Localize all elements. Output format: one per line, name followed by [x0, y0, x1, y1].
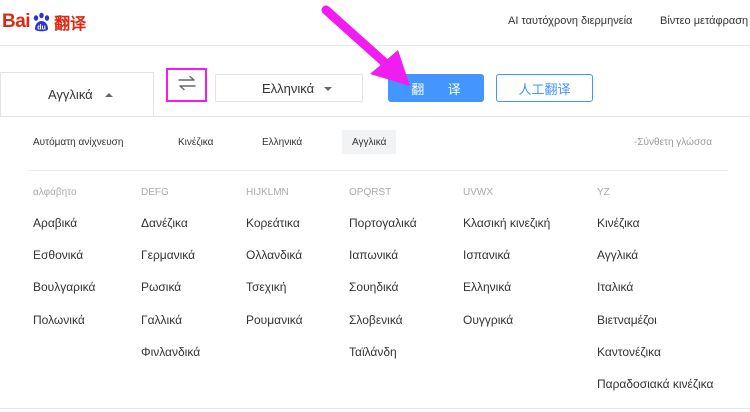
- language-option[interactable]: Ουγγρικά: [463, 313, 513, 327]
- caret-up-icon: [105, 93, 113, 97]
- translate-page: Bai du 翻译 AI ταυτόχρονη διερμηνεία Βίντε…: [0, 0, 750, 412]
- language-option[interactable]: Πολωνικά: [33, 313, 85, 327]
- language-option[interactable]: Εσθονικά: [33, 248, 83, 262]
- language-dropdown-panel: Αυτόματη ανίχνευση Κινέζικα Ελληνικά Αγγ…: [0, 116, 750, 412]
- quick-lang-english-selected[interactable]: Αγγλικά: [342, 130, 397, 154]
- language-option[interactable]: Βουλγαρικά: [33, 280, 95, 294]
- language-option[interactable]: Φινλανδικά: [141, 345, 200, 359]
- target-language-label: Ελληνικά: [262, 81, 315, 96]
- logo-text-fanyi: 翻译: [54, 14, 87, 33]
- language-option[interactable]: Αραβικά: [33, 216, 77, 230]
- top-header: Bai du 翻译 AI ταυτόχρονη διερμηνεία Βίντε…: [0, 0, 750, 46]
- target-language-select[interactable]: Ελληνικά: [215, 74, 363, 102]
- column-header: αλφάβητο: [33, 187, 77, 198]
- language-option[interactable]: Ταϊλάνδη: [349, 345, 397, 359]
- language-option[interactable]: Σλοβενικά: [349, 313, 403, 327]
- svg-text:du: du: [37, 24, 46, 31]
- video-translation-link[interactable]: Βίντεο μετάφραση: [660, 15, 748, 27]
- source-language-label: Αγγλικά: [48, 87, 93, 102]
- language-option[interactable]: Παραδοσιακά κινέζικα: [597, 377, 713, 391]
- language-option[interactable]: Ελληνικά: [463, 280, 511, 294]
- column-header: HIJKLMN: [246, 187, 289, 198]
- translate-button[interactable]: 翻 译: [388, 74, 484, 102]
- language-option[interactable]: Σουηδικά: [349, 280, 398, 294]
- language-option[interactable]: Βιετναμέζοι: [597, 313, 657, 327]
- baidu-logo[interactable]: Bai du 翻译: [2, 8, 86, 36]
- divider: [28, 170, 728, 171]
- language-option[interactable]: Πορτογαλικά: [349, 216, 417, 230]
- language-option[interactable]: Αγγλικά: [597, 248, 638, 262]
- language-option[interactable]: Καντονέζικα: [597, 345, 661, 359]
- human-translation-button[interactable]: 人工翻译: [496, 74, 593, 102]
- column-header: OPQRST: [349, 187, 392, 198]
- swap-arrows-icon: [177, 75, 197, 96]
- source-language-select[interactable]: Αγγλικά: [0, 72, 154, 116]
- language-toolbar: Αγγλικά Ελληνικά 翻 译 人工翻译: [0, 66, 750, 116]
- swap-languages-button[interactable]: [166, 68, 207, 102]
- logo-text-bai: Bai: [2, 11, 31, 32]
- caret-down-icon: [324, 87, 332, 91]
- language-option[interactable]: Τσεχική: [246, 280, 286, 294]
- language-option[interactable]: Δανέζικα: [141, 216, 188, 230]
- mixed-language-option[interactable]: -Σύνθετη γλώσσα: [634, 137, 712, 148]
- language-option[interactable]: Κλασική κινεζική: [463, 216, 550, 230]
- panel-bottom-border: [0, 408, 750, 412]
- language-option[interactable]: Ιαπωνικά: [349, 248, 398, 262]
- ai-interpretation-link[interactable]: AI ταυτόχρονη διερμηνεία: [508, 15, 632, 27]
- language-option[interactable]: Ιταλικά: [597, 280, 633, 294]
- language-option[interactable]: Γερμανικά: [141, 248, 195, 262]
- quick-lang-auto-detect[interactable]: Αυτόματη ανίχνευση: [33, 137, 123, 148]
- language-option[interactable]: Κινέζικα: [597, 216, 640, 230]
- column-header: YZ: [597, 187, 610, 198]
- language-option[interactable]: Κορεάτικα: [246, 216, 300, 230]
- language-option[interactable]: Ρωσικά: [141, 280, 181, 294]
- baidu-paw-icon: du: [31, 12, 52, 33]
- column-header: DEFG: [141, 187, 169, 198]
- language-option[interactable]: Ισπανικά: [463, 248, 510, 262]
- quick-lang-greek[interactable]: Ελληνικά: [262, 137, 302, 148]
- language-option[interactable]: Ρουμανικά: [246, 313, 303, 327]
- quick-lang-chinese[interactable]: Κινέζικα: [178, 137, 213, 148]
- language-option[interactable]: Ολλανδικά: [246, 248, 302, 262]
- column-header: UVWX: [463, 187, 493, 198]
- language-option[interactable]: Γαλλικά: [141, 313, 182, 327]
